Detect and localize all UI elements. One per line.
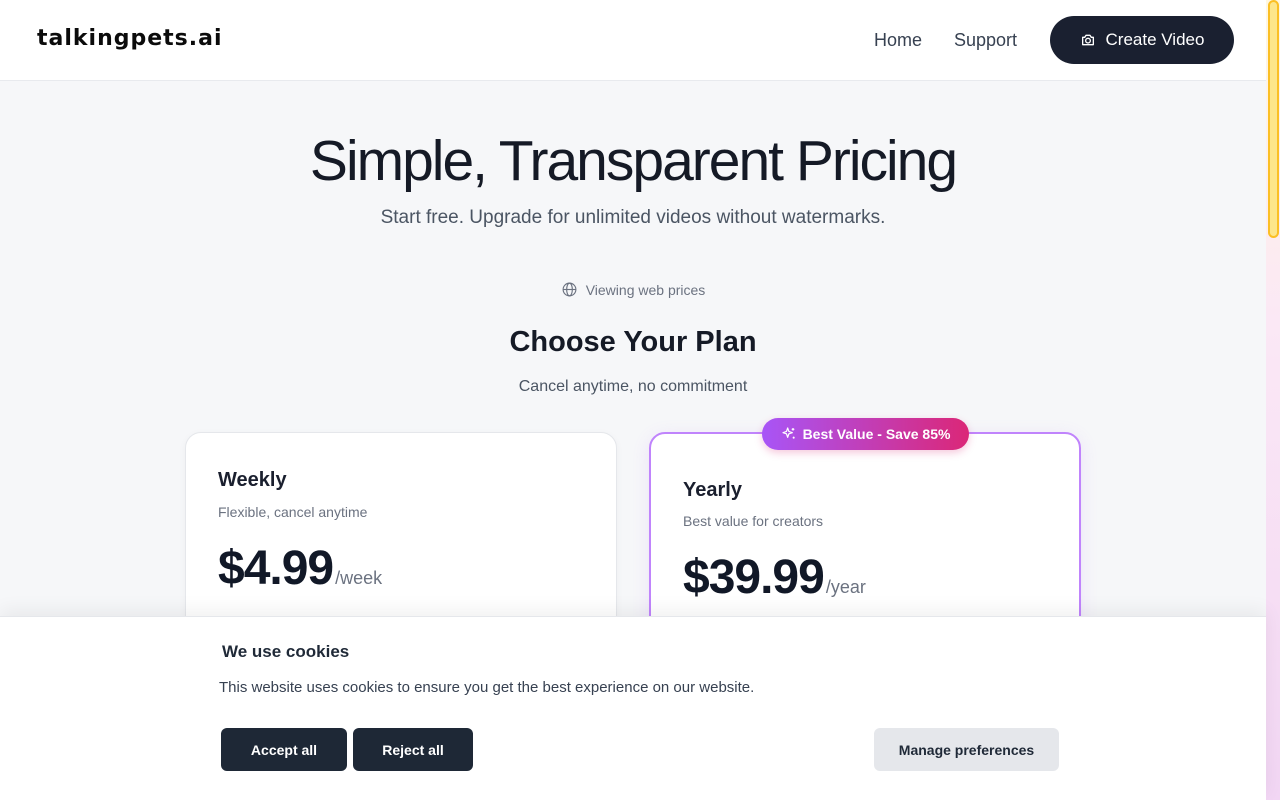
nav-support-link[interactable]: Support [954,30,1017,51]
accept-all-button[interactable]: Accept all [221,728,347,771]
camera-icon [1081,34,1094,46]
price-period: /year [825,577,866,597]
price-period: /week [335,568,383,588]
price-amount: $39.99 [683,551,825,604]
plan-description: Best value for creators [683,513,824,529]
badge-label: Best Value - Save 85% [802,426,951,442]
plans-subtitle: Cancel anytime, no commitment [518,378,748,395]
globe-icon [562,282,577,297]
site-logo[interactable]: talkingpets.ai [37,26,223,51]
reject-all-button[interactable]: Reject all [353,728,473,771]
site-header: talkingpets.ai Home Support Create Video [0,0,1266,81]
page-title: Simple, Transparent Pricing [309,129,958,193]
scrollbar-thumb[interactable] [1268,0,1279,238]
web-prices-note: Viewing web prices [0,281,1266,298]
price-amount: $4.99 [218,542,334,595]
cookie-banner: We use cookies This website uses cookies… [0,616,1266,800]
plan-price: $39.99 /year [683,550,866,605]
plans-title: Choose Your Plan [509,326,757,358]
create-video-button[interactable]: Create Video [1050,16,1234,64]
best-value-badge: Best Value - Save 85% [762,418,969,450]
plan-description: Flexible, cancel anytime [218,504,368,520]
page-subtitle: Start free. Upgrade for unlimited videos… [380,207,886,228]
plan-name: Yearly [683,479,742,501]
sparkle-icon [781,427,795,439]
nav-home-link[interactable]: Home [874,30,922,51]
cookie-text: This website uses cookies to ensure you … [219,679,755,696]
web-prices-label: Viewing web prices [585,281,706,298]
plan-name: Weekly [218,469,287,491]
manage-preferences-button[interactable]: Manage preferences [874,728,1059,771]
cookie-title: We use cookies [222,642,350,661]
create-video-label: Create Video [1105,30,1205,49]
plan-price: $4.99 /week [218,541,382,596]
